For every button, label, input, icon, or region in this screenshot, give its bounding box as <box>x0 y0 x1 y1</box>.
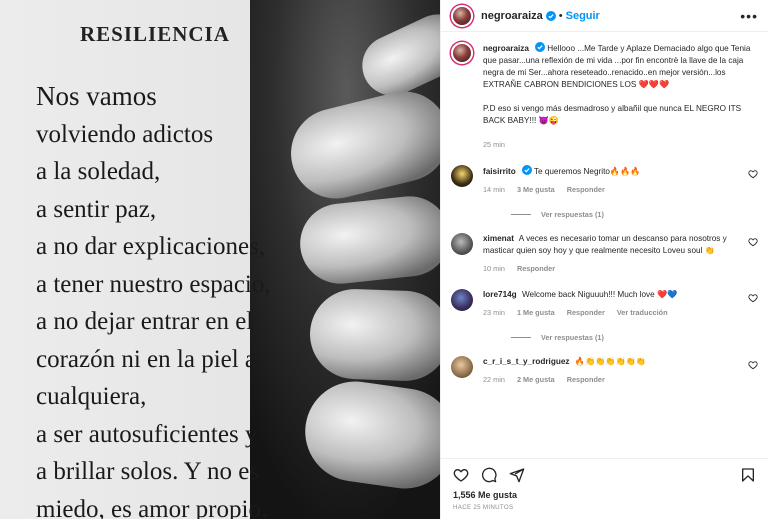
poem-line: volviendo adictos <box>36 120 214 148</box>
comment-item: c_r_i_s_t_y_rodriguez 🔥👏👏👏👏👏👏 22 min 2 M… <box>451 356 758 386</box>
post-time[interactable]: HACE 25 MINUTOS <box>441 500 768 519</box>
follow-button[interactable]: Seguir <box>566 10 600 22</box>
post-actions <box>441 458 768 490</box>
comment-time[interactable]: 23 min <box>483 308 505 317</box>
commenter-avatar[interactable] <box>451 165 473 187</box>
bookmark-icon[interactable] <box>740 467 756 483</box>
author-avatar[interactable] <box>451 42 473 64</box>
caption-username[interactable]: negroaraiza <box>483 44 529 53</box>
comment-username[interactable]: ximenat <box>483 234 514 243</box>
more-options-button[interactable]: ••• <box>740 8 758 24</box>
reply-button[interactable]: Responder <box>567 375 605 384</box>
comment-username[interactable]: c_r_i_s_t_y_rodriguez <box>483 357 569 366</box>
caption-body: negroaraiza Hellooo ...Me Tarde y Aplaze… <box>483 42 758 151</box>
post-header: negroaraiza • Seguir ••• <box>441 0 768 32</box>
comment-likes[interactable]: 2 Me gusta <box>517 375 555 384</box>
comment-time[interactable]: 22 min <box>483 375 505 384</box>
poem-line: a ser autosuficientes y <box>36 420 258 448</box>
caption-meta: 25 min <box>483 139 758 151</box>
commenter-avatar[interactable] <box>451 233 473 255</box>
heart-icon[interactable] <box>748 293 758 303</box>
comment-body: lore714g Welcome back Niguuuh!!! Much lo… <box>483 289 740 319</box>
view-replies-button[interactable]: Ver respuestas (1) <box>511 210 758 219</box>
poem-line: a tener nuestro espacio, <box>36 270 271 298</box>
post-caption: negroaraiza Hellooo ...Me Tarde y Aplaze… <box>451 42 758 151</box>
comment-likes[interactable]: 3 Me gusta <box>517 185 555 194</box>
poem-line: Nos vamos <box>36 81 157 111</box>
poem-line: miedo, es amor propio. <box>36 495 268 519</box>
poem-title: RESILIENCIA <box>80 22 230 46</box>
view-replies-label: Ver respuestas (1) <box>541 210 604 219</box>
comment-text: A veces es necesario tomar un descanso p… <box>483 234 727 255</box>
comment-item: lore714g Welcome back Niguuuh!!! Much lo… <box>451 289 758 319</box>
comment-likes[interactable]: 1 Me gusta <box>517 308 555 317</box>
comment-icon[interactable] <box>481 467 497 483</box>
comment-body: ximenat A veces es necesario tomar un de… <box>483 233 740 275</box>
comments-list[interactable]: negroaraiza Hellooo ...Me Tarde y Aplaze… <box>441 32 768 458</box>
author-username[interactable]: negroaraiza <box>481 10 543 22</box>
likes-count[interactable]: 1,556 Me gusta <box>441 490 768 500</box>
poem-line: cualquiera, <box>36 383 147 410</box>
separator-dot: • <box>558 9 563 22</box>
poem-line: a brillar solos. Y no es <box>36 458 260 485</box>
caption-text-ps: P.D eso si vengo más desmadroso y albañi… <box>483 104 742 125</box>
comment-username[interactable]: lore714g <box>483 290 517 299</box>
commenter-avatar[interactable] <box>451 289 473 311</box>
view-replies-label: Ver respuestas (1) <box>541 333 604 342</box>
poem-line: corazón ni en la piel a <box>36 345 257 373</box>
heart-icon[interactable] <box>748 237 758 247</box>
comment-username[interactable]: faisirrito <box>483 167 516 176</box>
poem-line: a la soledad, <box>36 158 161 185</box>
author-avatar[interactable] <box>451 4 473 27</box>
reply-button[interactable]: Responder <box>567 185 605 194</box>
poem-line: a sentir paz, <box>36 195 157 223</box>
view-replies-button[interactable]: Ver respuestas (1) <box>511 333 758 342</box>
reply-button[interactable]: Responder <box>517 264 555 273</box>
verified-icon <box>545 10 556 21</box>
post-side-panel: negroaraiza • Seguir ••• negroaraiza Hel… <box>440 0 768 519</box>
heart-icon[interactable] <box>748 360 758 370</box>
share-icon[interactable] <box>509 467 525 483</box>
comment-body: c_r_i_s_t_y_rodriguez 🔥👏👏👏👏👏👏 22 min 2 M… <box>483 356 740 386</box>
commenter-avatar[interactable] <box>451 356 473 378</box>
comment-text: 🔥👏👏👏👏👏👏 <box>574 357 647 366</box>
verified-icon <box>534 42 545 52</box>
like-icon[interactable] <box>453 467 469 483</box>
reply-button[interactable]: Responder <box>567 308 605 317</box>
comment-text: Te queremos Negrito🔥🔥🔥 <box>533 167 641 176</box>
caption-time[interactable]: 25 min <box>483 140 505 149</box>
post-image[interactable]: RESILIENCIA Nos vamos volviendo adictos … <box>0 0 440 519</box>
poem-text: Nos vamos volviendo adictos a la soledad… <box>36 78 336 519</box>
comment-item: faisirrito Te queremos Negrito🔥🔥🔥 14 min… <box>451 165 758 196</box>
comment-time[interactable]: 10 min <box>483 264 505 273</box>
comment-meta: 10 min Responder <box>483 263 740 275</box>
comment-meta: 14 min 3 Me gusta Responder <box>483 184 740 196</box>
comment-time[interactable]: 14 min <box>483 185 505 194</box>
verified-icon <box>521 165 532 175</box>
heart-icon[interactable] <box>748 169 758 179</box>
poem-line: a no dejar entrar en el <box>36 308 254 335</box>
comment-meta: 23 min 1 Me gusta Responder Ver traducci… <box>483 307 740 319</box>
comment-body: faisirrito Te queremos Negrito🔥🔥🔥 14 min… <box>483 165 740 196</box>
comment-text: Welcome back Niguuuh!!! Much love ❤️💙 <box>521 290 678 299</box>
comment-meta: 22 min 2 Me gusta Responder <box>483 374 740 386</box>
poem-line: a no dar explicaciones, <box>36 233 266 260</box>
translate-button[interactable]: Ver traducción <box>617 308 668 317</box>
comment-item: ximenat A veces es necesario tomar un de… <box>451 233 758 275</box>
